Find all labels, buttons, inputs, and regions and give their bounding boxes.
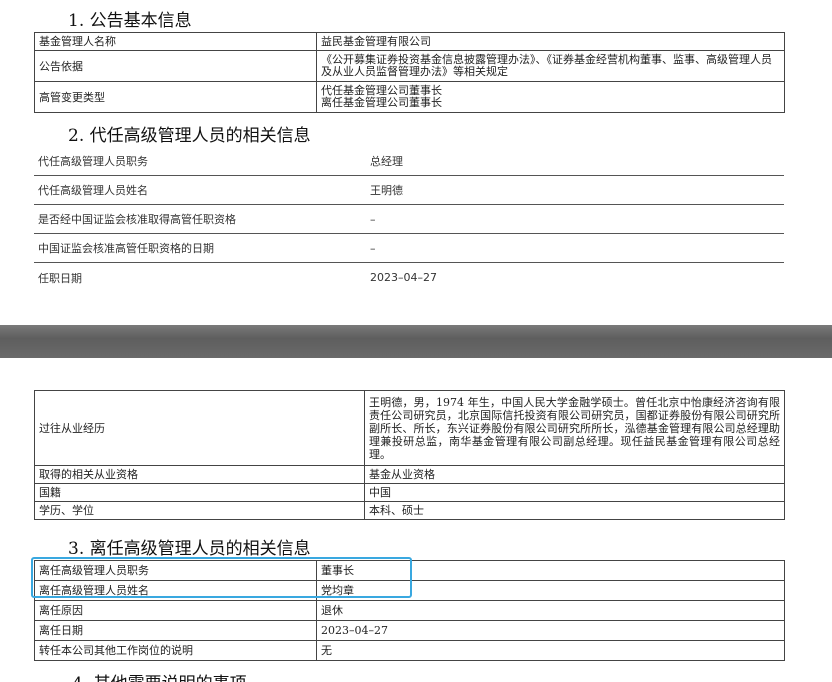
- table-row: 学历、学位 本科、硕士: [34, 501, 785, 520]
- section1-title: 1. 公告基本信息: [68, 11, 192, 31]
- list-item: 任职日期 2023–04–27: [34, 263, 784, 292]
- acting-manager-detail-table: 过往从业经历 王明德，男，1974 年生，中国人民大学金融学硕士。曾任北京中怡康…: [34, 390, 785, 520]
- row-value: –: [370, 212, 376, 226]
- row-value: 本科、硕士: [364, 501, 785, 520]
- table-row: 离任高级管理人员职务 董事长: [34, 560, 785, 581]
- row-value: 代任基金管理公司董事长 离任基金管理公司董事长: [316, 81, 785, 113]
- row-value: 王明德: [370, 184, 403, 197]
- row-value: 董事长: [316, 560, 785, 581]
- table-row: 转任本公司其他工作岗位的说明 无: [34, 640, 785, 661]
- basic-info-table: 基金管理人名称 益民基金管理有限公司 公告依据 《公开募集证券投资基金信息披露管…: [34, 32, 785, 113]
- row-value: 党均章: [316, 580, 785, 601]
- table-row: 离任日期 2023–04–27: [34, 620, 785, 641]
- list-item: 代任高级管理人员姓名 王明德: [34, 176, 784, 205]
- list-item: 代任高级管理人员职务 总经理: [34, 147, 784, 176]
- table-row: 公告依据 《公开募集证券投资基金信息披露管理办法》、《证券基金经营机构董事、监事…: [34, 50, 785, 82]
- row-label: 取得的相关从业资格: [34, 465, 365, 484]
- row-label: 离任高级管理人员姓名: [34, 580, 317, 601]
- row-label: 离任原因: [34, 600, 317, 621]
- row-label: 代任高级管理人员姓名: [38, 184, 148, 197]
- departing-manager-table: 离任高级管理人员职务 董事长 离任高级管理人员姓名 党均章 离任原因 退休 离任…: [34, 560, 785, 661]
- row-label: 公告依据: [34, 50, 317, 82]
- table-row: 离任原因 退休: [34, 600, 785, 621]
- row-value: 中国: [364, 483, 785, 502]
- section3-title: 3. 离任高级管理人员的相关信息: [68, 539, 311, 559]
- value-line: 离任基金管理公司董事长: [321, 96, 442, 109]
- section2-title: 2. 代任高级管理人员的相关信息: [68, 126, 311, 146]
- row-value: 2023–04–27: [370, 271, 437, 284]
- row-label: 基金管理人名称: [34, 32, 317, 51]
- document-page: 1. 公告基本信息 基金管理人名称 益民基金管理有限公司 公告依据 《公开募集证…: [0, 0, 832, 682]
- section4-title: 4. 其他需要说明的事项: [72, 674, 247, 682]
- row-value: 2023–04–27: [316, 620, 785, 641]
- table-row: 高管变更类型 代任基金管理公司董事长 离任基金管理公司董事长: [34, 81, 785, 113]
- row-label: 离任日期: [34, 620, 317, 641]
- table-row: 基金管理人名称 益民基金管理有限公司: [34, 32, 785, 51]
- table-row: 离任高级管理人员姓名 党均章: [34, 580, 785, 601]
- row-value: 退休: [316, 600, 785, 621]
- row-value: 《公开募集证券投资基金信息披露管理办法》、《证券基金经营机构董事、监事、高级管理…: [316, 50, 785, 82]
- table-row: 取得的相关从业资格 基金从业资格: [34, 465, 785, 484]
- row-label: 代任高级管理人员职务: [38, 155, 148, 168]
- row-value: –: [370, 241, 376, 255]
- table-row: 国籍 中国: [34, 483, 785, 502]
- row-label: 国籍: [34, 483, 365, 502]
- row-value: 益民基金管理有限公司: [316, 32, 785, 51]
- acting-manager-list: 代任高级管理人员职务 总经理 代任高级管理人员姓名 王明德 是否经中国证监会核准…: [34, 147, 784, 292]
- row-label: 转任本公司其他工作岗位的说明: [34, 640, 317, 661]
- row-label: 任职日期: [38, 271, 82, 285]
- row-label: 是否经中国证监会核准取得高管任职资格: [38, 213, 236, 226]
- row-label: 过往从业经历: [34, 390, 365, 466]
- row-label: 学历、学位: [34, 501, 365, 520]
- row-value: 总经理: [370, 155, 403, 168]
- table-row: 过往从业经历 王明德，男，1974 年生，中国人民大学金融学硕士。曾任北京中怡康…: [34, 390, 785, 466]
- row-label: 中国证监会核准高管任职资格的日期: [38, 242, 214, 255]
- list-item: 中国证监会核准高管任职资格的日期 –: [34, 234, 784, 263]
- row-value: 无: [316, 640, 785, 661]
- list-item: 是否经中国证监会核准取得高管任职资格 –: [34, 205, 784, 234]
- row-label: 离任高级管理人员职务: [34, 560, 317, 581]
- page-separator: [0, 325, 832, 358]
- row-value: 基金从业资格: [364, 465, 785, 484]
- row-label: 高管变更类型: [34, 81, 317, 113]
- row-value: 王明德，男，1974 年生，中国人民大学金融学硕士。曾任北京中怡康经济咨询有限责…: [364, 390, 785, 466]
